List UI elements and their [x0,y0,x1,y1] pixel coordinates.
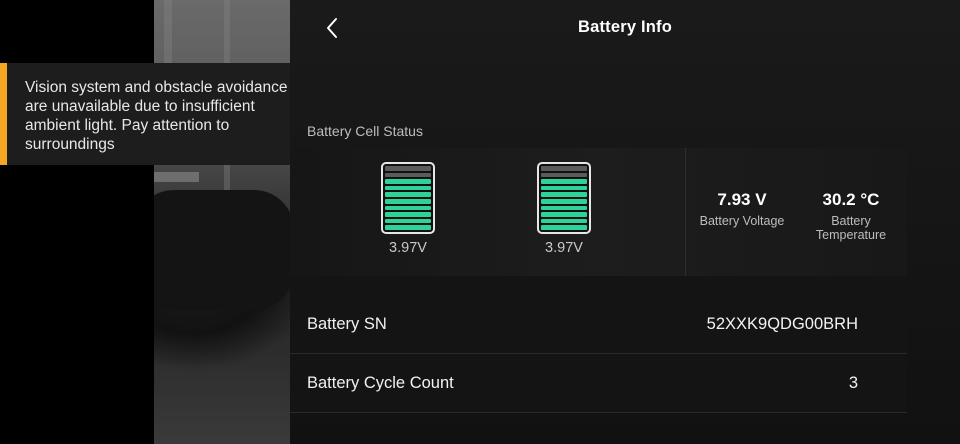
cell-segment-full [385,179,431,184]
battery-temperature-metric: 30.2 °C Battery Temperature [808,190,894,242]
battery-sn-row[interactable]: Battery SN 52XXK9QDG00BRH [290,295,907,354]
cell-segment-full [541,179,587,184]
page-title: Battery Info [577,18,673,36]
battery-sn-label: Battery SN [307,315,387,333]
cell-segment-full [385,198,431,204]
warning-accent-bar [0,63,7,165]
battery-cell-icon [381,162,435,234]
battery-cycle-count-row[interactable]: Battery Cycle Count 3 [290,354,907,413]
cell-voltage: 3.97V [545,240,583,256]
cell-segment-full [541,185,587,191]
cell-segment-full [541,205,587,211]
battery-cell-2: 3.97V [537,162,595,256]
battery-cycle-count-value: 3 [848,374,858,392]
cell-segment-empty [541,166,587,171]
battery-info-screen: Vision system and obstacle avoidance are… [0,0,960,444]
camera-feed-shadow [154,190,290,310]
cell-segment-full [541,192,587,197]
cell-voltage: 3.97V [389,240,427,256]
warning-message: Vision system and obstacle avoidance are… [25,79,288,153]
cell-segment-empty [541,172,587,178]
battery-temperature-label: Battery Temperature [815,214,887,242]
obstacle-warning-toast[interactable]: Vision system and obstacle avoidance are… [0,63,296,165]
cell-segment-full [385,205,431,211]
battery-cell-1: 3.97V [381,162,439,256]
camera-feed-detail [154,172,199,182]
battery-info-panel: Battery Info Battery Cell Status 3.97V 3… [290,0,960,444]
cell-segment-full [385,212,431,217]
cell-segment-empty [385,166,431,171]
battery-cycle-count-label: Battery Cycle Count [307,374,454,392]
cell-segment-empty [385,172,431,178]
cell-segment-full [541,212,587,217]
cell-segment-full [385,218,431,224]
battery-voltage-metric: 7.93 V Battery Voltage [694,190,790,228]
cell-segment-full [385,192,431,197]
cell-segment-full [385,185,431,191]
cell-segment-full [541,218,587,224]
cell-segment-full [385,225,431,230]
battery-voltage-label: Battery Voltage [699,214,785,228]
cell-segment-full [541,225,587,230]
cell-status-label: Battery Cell Status [307,123,423,139]
battery-temperature-value: 30.2 °C [822,190,880,209]
battery-voltage-value: 7.93 V [717,190,767,209]
cell-segment-full [541,198,587,204]
cell-status-card: 3.97V 3.97V 7.93 V Battery Voltage 30.2 … [290,148,907,276]
battery-cell-icon [537,162,591,234]
battery-sn-value: 52XXK9QDG00BRH [706,315,858,333]
card-divider [685,148,686,276]
